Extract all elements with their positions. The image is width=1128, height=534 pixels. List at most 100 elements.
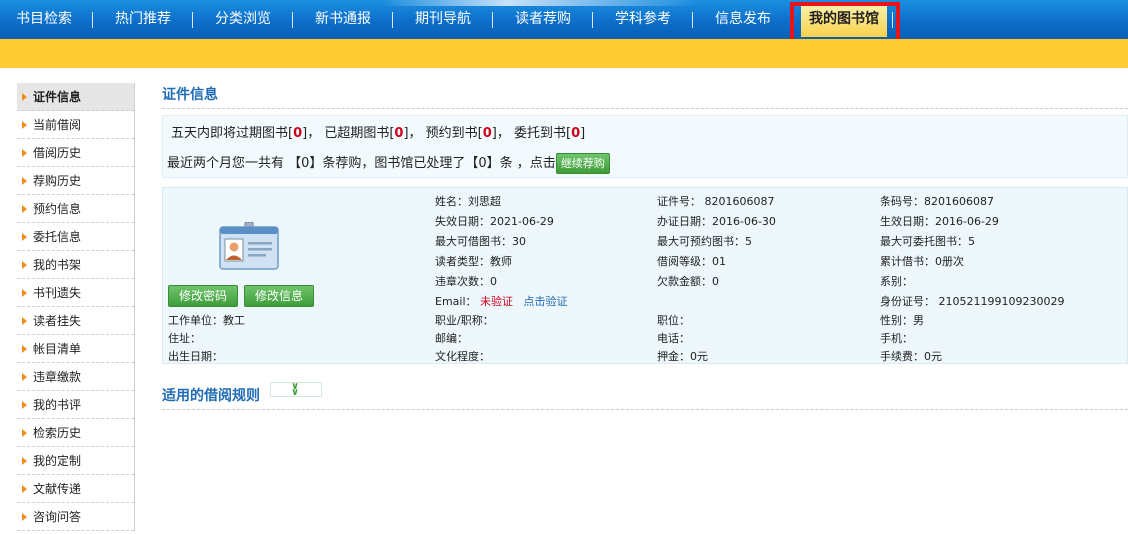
email-status: 未验证 [480, 295, 514, 308]
nav-reader-purchase[interactable]: 读者荐购 [515, 0, 571, 39]
nav-journals[interactable]: 期刊导航 [415, 0, 471, 39]
arrow-icon [22, 317, 27, 325]
notice-text: 五天内即将过期图书[ [171, 126, 294, 141]
nav-separator [292, 12, 293, 28]
sidebar-item-bookshelf[interactable]: 我的书架 [17, 251, 134, 279]
arrow-icon [22, 401, 27, 409]
sidebar-item-label: 文献传递 [33, 482, 82, 496]
job-title: 职业/职称： [435, 314, 494, 327]
max-entrust: 最大可委托图书：5 [880, 235, 975, 248]
nav-separator [92, 12, 93, 28]
arrow-icon [22, 233, 27, 241]
sidebar-item-label: 借阅历史 [33, 146, 82, 160]
id-number: 身份证号： 210521199109230029 [880, 295, 1065, 308]
sidebar-item-label: 咨询问答 [33, 510, 82, 524]
issue-date: 办证日期：2016-06-30 [657, 215, 776, 228]
sidebar-item-label: 读者挂失 [33, 314, 82, 328]
notice-text: ] [580, 126, 586, 141]
sidebar-item-label: 书刊遗失 [33, 286, 82, 300]
edit-info-button[interactable]: 修改信息 [244, 285, 314, 307]
sidebar-item-fine-payment[interactable]: 违章缴款 [17, 363, 134, 391]
phone: 电话： [657, 332, 690, 345]
sidebar: 证件信息 当前借阅 借阅历史 荐购历史 预约信息 委托信息 我的书架 书刊遗失 … [17, 83, 135, 531]
arrow-icon [22, 205, 27, 213]
borrow-level: 借阅等级：01 [657, 255, 726, 268]
arrow-icon [22, 457, 27, 465]
arrow-icon [22, 345, 27, 353]
sidebar-item-entrust[interactable]: 委托信息 [17, 223, 134, 251]
due-soon-count: 0 [293, 126, 303, 141]
divider [162, 108, 1128, 109]
sidebar-item-my-reviews[interactable]: 我的书评 [17, 391, 134, 419]
sidebar-item-account-list[interactable]: 帐目清单 [17, 335, 134, 363]
position: 职位： [657, 314, 690, 327]
overdue-summary: 五天内即将过期图书[0]， 已超期图书[0]， 预约到书[0]， 委托到书[0] [171, 122, 585, 141]
expand-rules-toggle[interactable]: ∨ ∨ [270, 381, 322, 398]
arrow-icon [22, 149, 27, 157]
sidebar-item-label: 我的书架 [33, 258, 82, 272]
nav-separator [492, 12, 493, 28]
nav-separator [692, 12, 693, 28]
nav-new-books[interactable]: 新书通报 [315, 0, 371, 39]
sidebar-item-search-history[interactable]: 检索历史 [17, 419, 134, 447]
sidebar-item-label: 帐目清单 [33, 342, 82, 356]
nav-separator [192, 12, 193, 28]
address: 住址： [168, 332, 201, 345]
mobile: 手机： [880, 332, 913, 345]
sidebar-item-borrow-history[interactable]: 借阅历史 [17, 139, 134, 167]
nav-separator [592, 12, 593, 28]
arrow-icon [22, 177, 27, 185]
notice-text: ]， 预约到书[ [403, 126, 483, 141]
nav-category-browse[interactable]: 分类浏览 [215, 0, 271, 39]
effective-date: 生效日期：2016-06-29 [880, 215, 999, 228]
sidebar-item-label: 当前借阅 [33, 118, 82, 132]
max-reserve: 最大可预约图书：5 [657, 235, 752, 248]
rules-title: 适用的借阅规则 [162, 388, 260, 404]
double-chevron-down-icon: ∨ ∨ [291, 381, 300, 398]
arrow-icon [22, 261, 27, 269]
debt-amount: 欠款金额：0 [657, 275, 719, 288]
notice-text: ]， 已超期图书[ [302, 126, 395, 141]
workplace: 工作单位：教工 [168, 314, 245, 327]
arrow-icon [22, 93, 27, 101]
birthday: 出生日期： [168, 350, 223, 363]
department: 系别： [880, 275, 913, 288]
postcode: 邮编： [435, 332, 468, 345]
arrow-icon [22, 373, 27, 381]
change-password-button[interactable]: 修改密码 [168, 285, 238, 307]
verify-email-link[interactable]: 点击验证 [524, 295, 568, 308]
sidebar-item-current-borrow[interactable]: 当前借阅 [17, 111, 134, 139]
arrow-icon [22, 485, 27, 493]
sidebar-item-label: 预约信息 [33, 202, 82, 216]
continue-purchase-button[interactable]: 继续荐购 [555, 153, 610, 174]
nav-subject-reference[interactable]: 学科参考 [615, 0, 671, 39]
arrow-icon [22, 429, 27, 437]
divider [162, 409, 1128, 410]
nav-hot-recommend[interactable]: 热门推荐 [115, 0, 171, 39]
sidebar-item-reservations[interactable]: 预约信息 [17, 195, 134, 223]
purchase-summary-text: 最近两个月您一共有 【0】条荐购，图书馆已处理了【0】条 ，点击 [167, 156, 556, 171]
handling-fee: 手续费：0元 [880, 350, 942, 363]
sidebar-item-label: 违章缴款 [33, 370, 82, 384]
sidebar-item-label: 我的书评 [33, 398, 82, 412]
reader-name: 姓名：刘思超 [435, 195, 501, 208]
barcode: 条码号：8201606087 [880, 195, 994, 208]
total-borrow: 累计借书：0册次 [880, 255, 964, 268]
sidebar-item-label: 检索历史 [33, 426, 82, 440]
sidebar-item-purchase-history[interactable]: 荐购历史 [17, 167, 134, 195]
sidebar-item-qa[interactable]: 咨询问答 [17, 503, 134, 531]
sidebar-item-label: 荐购历史 [33, 174, 82, 188]
education: 文化程度： [435, 350, 490, 363]
card-number: 证件号： 8201606087 [657, 195, 775, 208]
sidebar-item-card-info[interactable]: 证件信息 [17, 83, 134, 111]
violation-count: 违章次数：0 [435, 275, 497, 288]
sidebar-item-document-delivery[interactable]: 文献传递 [17, 475, 134, 503]
email-label: Email： [435, 295, 477, 308]
id-card-icon [219, 222, 279, 270]
sidebar-item-label: 证件信息 [33, 90, 82, 104]
nav-info-release[interactable]: 信息发布 [715, 0, 771, 39]
sidebar-item-lost-books[interactable]: 书刊遗失 [17, 279, 134, 307]
sidebar-item-my-subscriptions[interactable]: 我的定制 [17, 447, 134, 475]
sidebar-item-report-loss[interactable]: 读者挂失 [17, 307, 134, 335]
nav-book-search[interactable]: 书目检索 [16, 0, 72, 39]
